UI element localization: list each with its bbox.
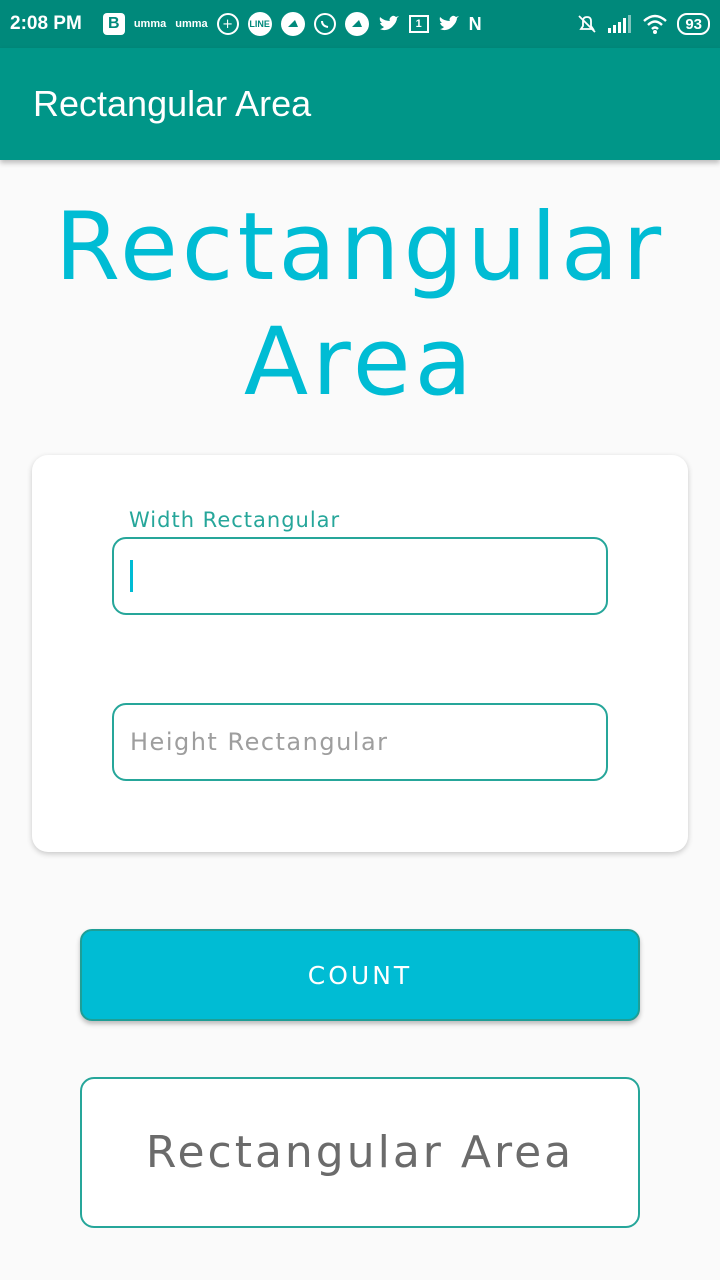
hero-title: Rectangular Area [0,190,720,420]
bell-muted-icon [576,13,598,35]
boat-app-icon-2 [344,12,369,36]
hero-title-line-1: Rectangular [54,193,666,302]
umma-icon: umma [133,17,167,30]
app-bar: Rectangular Area [0,48,720,160]
line-app-icon: LINE [247,12,272,36]
result-display: Rectangular Area [80,1077,640,1228]
status-time: 2:08 PM [10,13,82,34]
count-button[interactable]: COUNT [80,929,640,1021]
n-app-icon: N [468,14,482,34]
twitter-icon-2 [438,15,460,33]
b-app-icon: B [102,13,125,35]
status-bar-left: 2:08 PM B umma umma + LINE 1 N [10,12,482,36]
add-circle-icon: + [216,13,239,35]
status-bar-right: 93 [576,13,710,35]
battery-indicator: 93 [677,13,710,35]
width-field-label: Width Rectangular [129,508,341,532]
height-input[interactable]: Height Rectangular [112,703,608,781]
umma-icon-2: umma [175,17,208,30]
width-input[interactable] [112,537,608,615]
height-input-placeholder: Height Rectangular [130,728,389,756]
whatsapp-icon [313,13,336,35]
text-cursor [130,560,133,592]
input-card: Width Rectangular Height Rectangular [32,455,688,852]
boat-app-icon [280,12,305,36]
app-bar-title: Rectangular Area [33,83,312,124]
status-bar: 2:08 PM B umma umma + LINE 1 N 93 [0,0,720,48]
signal-icon [607,14,633,34]
twitter-icon [378,15,400,33]
hero-title-line-2: Area [243,308,477,417]
wifi-icon [642,13,668,35]
calendar-icon: 1 [408,15,429,33]
result-text: Rectangular Area [145,1127,575,1178]
